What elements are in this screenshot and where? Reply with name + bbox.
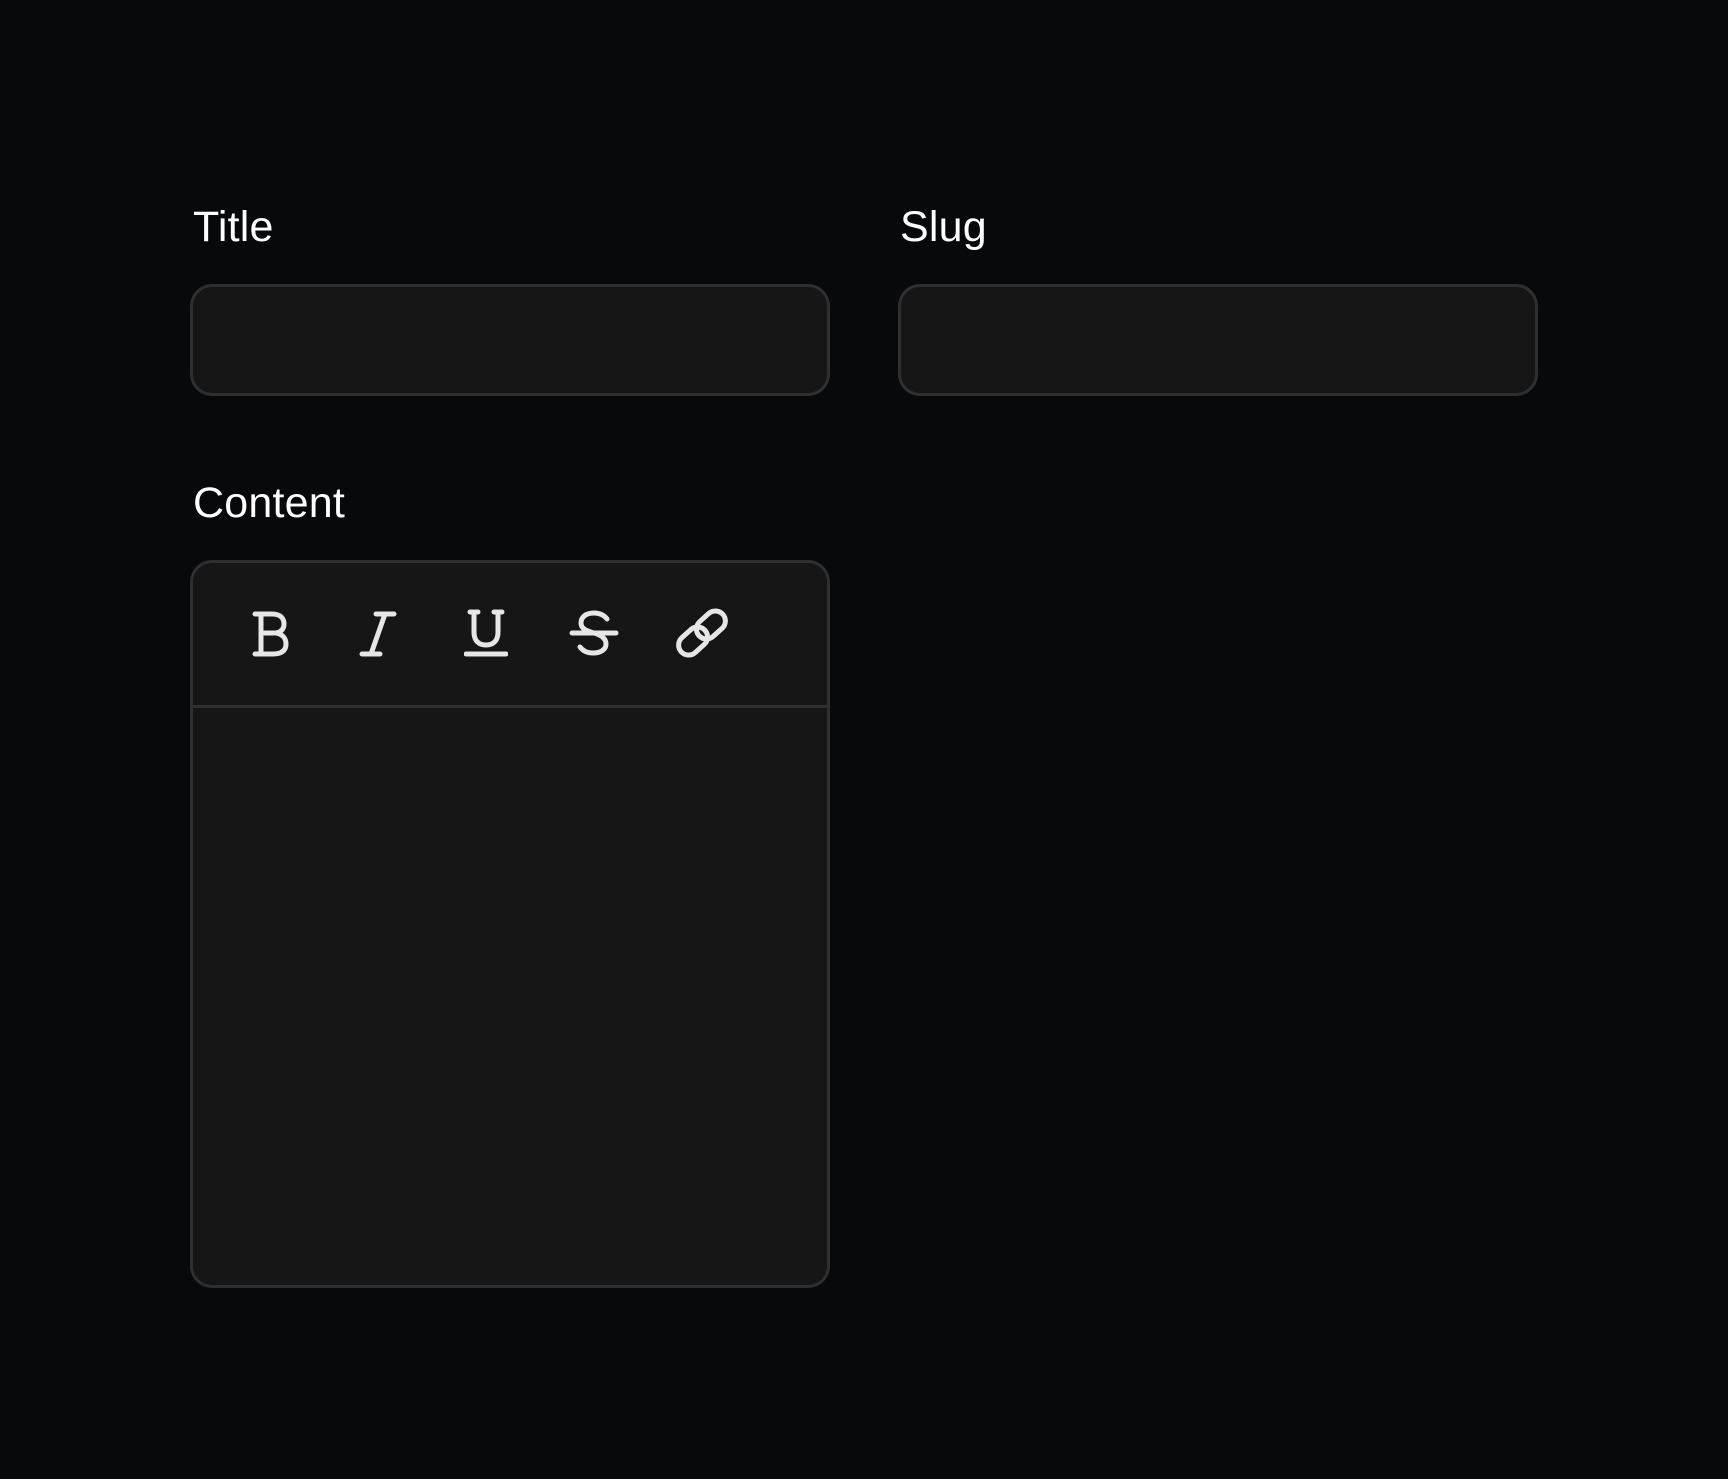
strikethrough-button[interactable] xyxy=(562,601,626,665)
underline-button[interactable] xyxy=(454,601,518,665)
slug-label: Slug xyxy=(900,203,987,251)
bold-button[interactable] xyxy=(237,601,301,665)
title-input[interactable] xyxy=(190,284,830,396)
content-textarea[interactable] xyxy=(193,708,827,1285)
post-form: Title Slug Content xyxy=(0,0,1728,1479)
content-editor xyxy=(190,560,830,1288)
editor-toolbar xyxy=(193,563,827,708)
underline-icon xyxy=(464,609,508,657)
italic-icon xyxy=(359,611,397,657)
bold-icon xyxy=(252,611,289,657)
italic-button[interactable] xyxy=(346,601,410,665)
slug-input[interactable] xyxy=(898,284,1538,396)
title-label: Title xyxy=(193,203,274,251)
link-button[interactable] xyxy=(670,601,734,665)
link-icon xyxy=(676,608,728,658)
strikethrough-icon xyxy=(569,610,619,656)
content-label: Content xyxy=(193,479,346,527)
